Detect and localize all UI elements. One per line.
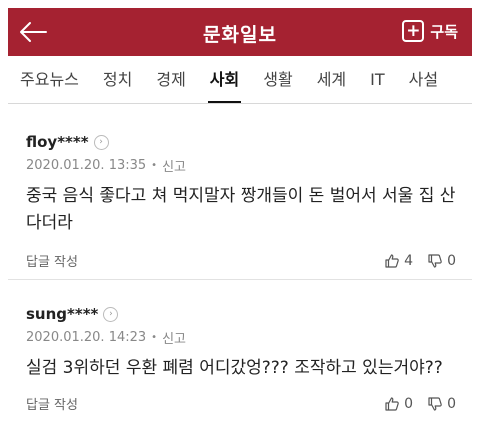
like-count: 4: [404, 252, 414, 269]
thumbs-down-icon: [428, 253, 442, 268]
comment-item: sung**** › 2020.01.20. 14:23 • 신고 실검 3위하…: [26, 304, 456, 413]
comment-username[interactable]: sung****: [26, 305, 98, 323]
tab-society[interactable]: 사회: [198, 58, 251, 103]
tab-it[interactable]: IT: [358, 58, 397, 103]
reply-button[interactable]: 답글 작성: [26, 251, 78, 270]
tab-economy[interactable]: 경제: [144, 58, 197, 103]
subscribe-button[interactable]: + 구독: [402, 20, 458, 42]
separator-dot: •: [151, 160, 158, 171]
tab-living[interactable]: 생활: [251, 58, 304, 103]
comment-username[interactable]: floy****: [26, 133, 89, 151]
tab-world[interactable]: 세계: [305, 58, 358, 103]
report-link[interactable]: 신고: [162, 156, 186, 175]
reply-button[interactable]: 답글 작성: [26, 394, 78, 413]
subscribe-label: 구독: [430, 22, 458, 41]
thumbs-up-icon: [385, 396, 399, 411]
dislike-count: 0: [447, 252, 456, 269]
plus-icon: +: [402, 20, 425, 42]
dislike-count: 0: [447, 395, 456, 412]
dislike-button[interactable]: 0: [427, 253, 456, 269]
comment-timestamp: 2020.01.20. 14:23: [26, 330, 147, 345]
chevron-right-icon[interactable]: ›: [93, 134, 109, 150]
comment-text: 실검 3위하던 우환 폐렴 어디갔엉??? 조작하고 있는거야??: [26, 358, 443, 378]
section-tabs: 주요뉴스 정치 경제 사회 생활 세계 IT 사설: [8, 58, 472, 104]
comment-text: 중국 음식 좋다고 쳐 먹지말자 짱개들이 돈 벌어서 서울 집 산다더라: [26, 186, 456, 233]
tab-editorial[interactable]: 사설: [397, 58, 450, 103]
like-button[interactable]: 4: [384, 253, 413, 269]
like-count: 0: [404, 395, 414, 412]
comment-timestamp: 2020.01.20. 13:35: [26, 158, 147, 173]
thumbs-down-icon: [428, 396, 442, 411]
chevron-right-icon[interactable]: ›: [103, 306, 119, 322]
report-link[interactable]: 신고: [162, 328, 186, 347]
comment-item: floy**** › 2020.01.20. 13:35 • 신고 중국 음식 …: [26, 132, 456, 270]
app-header: 문화일보 + 구독: [8, 8, 472, 56]
dislike-button[interactable]: 0: [427, 396, 456, 412]
back-button[interactable]: [16, 16, 50, 48]
back-arrow-icon: [20, 22, 47, 42]
tab-main-news[interactable]: 주요뉴스: [8, 58, 91, 103]
separator-dot: •: [151, 332, 158, 343]
tab-politics[interactable]: 정치: [91, 58, 144, 103]
like-button[interactable]: 0: [384, 396, 413, 412]
comment-divider: [8, 279, 472, 280]
thumbs-up-icon: [385, 253, 399, 268]
